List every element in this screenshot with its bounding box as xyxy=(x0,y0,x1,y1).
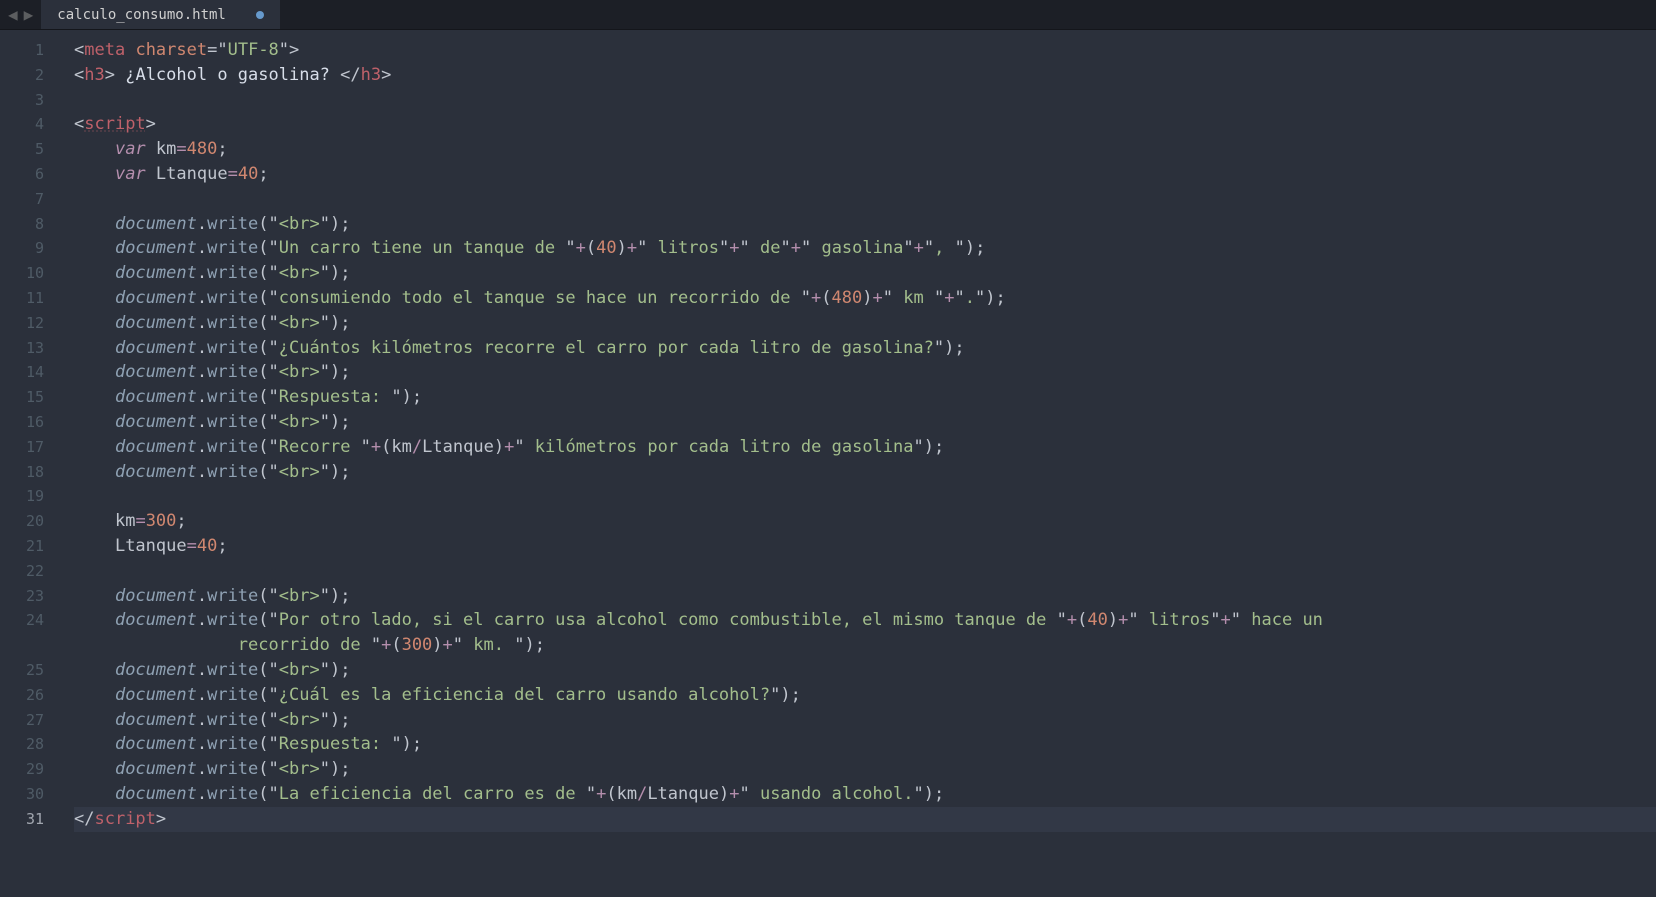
code-line[interactable]: <meta charset="UTF-8"> xyxy=(74,38,1656,63)
code-line[interactable]: document.write("<br>"); xyxy=(74,460,1656,485)
line-number: 28 xyxy=(0,732,62,757)
code-line[interactable] xyxy=(74,88,1656,113)
line-number: 3 xyxy=(0,88,62,113)
line-number: 19 xyxy=(0,484,62,509)
code-line[interactable]: document.write("<br>"); xyxy=(74,584,1656,609)
code-line[interactable]: document.write("Recorre "+(km/Ltanque)+"… xyxy=(74,435,1656,460)
line-number: 27 xyxy=(0,708,62,733)
code-area[interactable]: <meta charset="UTF-8"><h3> ¿Alcohol o ga… xyxy=(62,30,1656,897)
tab-bar: ◀ ▶ calculo_consumo.html xyxy=(0,0,1656,30)
code-line[interactable]: document.write("La eficiencia del carro … xyxy=(74,782,1656,807)
code-line[interactable]: document.write("<br>"); xyxy=(74,360,1656,385)
line-number: 11 xyxy=(0,286,62,311)
line-number: 9 xyxy=(0,236,62,261)
code-line[interactable]: document.write("<br>"); xyxy=(74,410,1656,435)
line-number: 13 xyxy=(0,336,62,361)
code-line[interactable]: document.write("Respuesta: "); xyxy=(74,732,1656,757)
code-line[interactable]: document.write("Un carro tiene un tanque… xyxy=(74,236,1656,261)
line-number: 29 xyxy=(0,757,62,782)
line-number: 2 xyxy=(0,63,62,88)
code-line[interactable]: Ltanque=40; xyxy=(74,534,1656,559)
line-number: 20 xyxy=(0,509,62,534)
tab-filename: calculo_consumo.html xyxy=(57,7,226,23)
code-line[interactable]: var Ltanque=40; xyxy=(74,162,1656,187)
code-line[interactable]: document.write("<br>"); xyxy=(74,311,1656,336)
tab-file[interactable]: calculo_consumo.html xyxy=(41,0,280,29)
code-line[interactable]: km=300; xyxy=(74,509,1656,534)
line-number-gutter: 1234567891011121314151617181920212223242… xyxy=(0,30,62,897)
line-number: 22 xyxy=(0,559,62,584)
line-number: 25 xyxy=(0,658,62,683)
nav-forward-icon[interactable]: ▶ xyxy=(24,5,34,24)
line-number: 4 xyxy=(0,112,62,137)
code-line[interactable] xyxy=(74,484,1656,509)
code-line[interactable]: document.write("¿Cuál es la eficiencia d… xyxy=(74,683,1656,708)
line-number: 24 xyxy=(0,608,62,633)
code-line[interactable]: </script> xyxy=(74,807,1656,832)
line-number: 31 xyxy=(0,807,62,832)
code-line[interactable]: document.write("<br>"); xyxy=(74,261,1656,286)
code-line[interactable]: recorrido de "+(300)+" km. "); xyxy=(74,633,1656,658)
code-line[interactable]: document.write("<br>"); xyxy=(74,708,1656,733)
line-number: 7 xyxy=(0,187,62,212)
line-number: 18 xyxy=(0,460,62,485)
code-line[interactable]: document.write("<br>"); xyxy=(74,757,1656,782)
code-line[interactable]: document.write("consumiendo todo el tanq… xyxy=(74,286,1656,311)
nav-back-icon[interactable]: ◀ xyxy=(8,5,18,24)
line-number: 6 xyxy=(0,162,62,187)
line-number: 21 xyxy=(0,534,62,559)
code-line[interactable]: document.write("¿Cuántos kilómetros reco… xyxy=(74,336,1656,361)
nav-arrows: ◀ ▶ xyxy=(0,0,41,29)
line-number: 5 xyxy=(0,137,62,162)
line-number: 30 xyxy=(0,782,62,807)
line-number: 10 xyxy=(0,261,62,286)
code-line[interactable]: document.write("Respuesta: "); xyxy=(74,385,1656,410)
code-line[interactable] xyxy=(74,187,1656,212)
code-line[interactable] xyxy=(74,559,1656,584)
line-number: 17 xyxy=(0,435,62,460)
line-number: 16 xyxy=(0,410,62,435)
line-number: 1 xyxy=(0,38,62,63)
code-line[interactable]: <h3> ¿Alcohol o gasolina? </h3> xyxy=(74,63,1656,88)
code-line[interactable]: document.write("<br>"); xyxy=(74,212,1656,237)
code-line[interactable]: var km=480; xyxy=(74,137,1656,162)
modified-indicator-icon xyxy=(256,11,264,19)
line-number: 15 xyxy=(0,385,62,410)
line-number: 14 xyxy=(0,360,62,385)
line-number: 23 xyxy=(0,584,62,609)
code-line[interactable]: document.write("<br>"); xyxy=(74,658,1656,683)
line-number xyxy=(0,633,62,658)
line-number: 26 xyxy=(0,683,62,708)
line-number: 12 xyxy=(0,311,62,336)
line-number: 8 xyxy=(0,212,62,237)
editor: 1234567891011121314151617181920212223242… xyxy=(0,30,1656,897)
code-line[interactable]: document.write("Por otro lado, si el car… xyxy=(74,608,1656,633)
code-line[interactable]: <script> xyxy=(74,112,1656,137)
